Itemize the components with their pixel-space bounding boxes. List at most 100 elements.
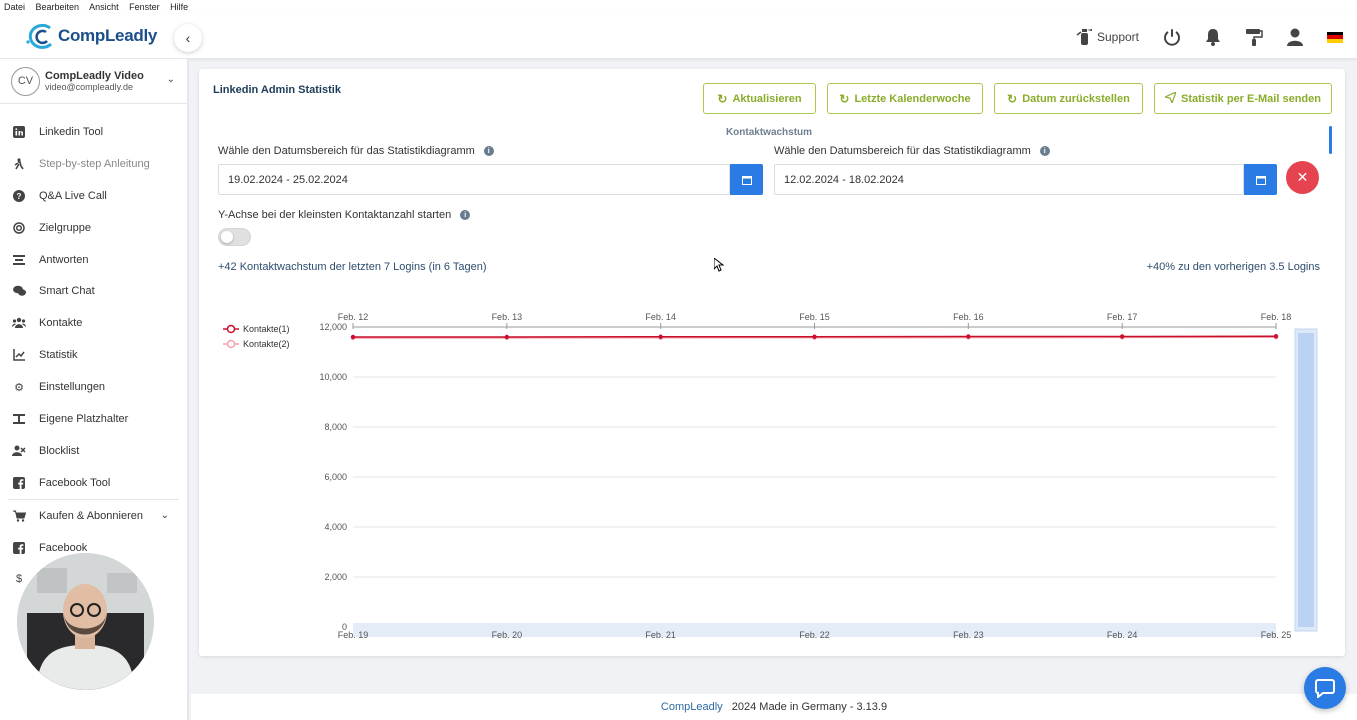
sidebar-item-einstellungen[interactable]: ⚙ Einstellungen bbox=[0, 371, 187, 403]
last-calendar-week-button[interactable]: ↻ Letzte Kalenderwoche bbox=[827, 83, 983, 114]
sidebar-item-zielgruppe[interactable]: Zielgruppe bbox=[0, 212, 187, 244]
power-button[interactable] bbox=[1163, 28, 1181, 46]
calendar-button-1[interactable] bbox=[730, 164, 763, 195]
logo-mark-icon bbox=[26, 23, 53, 49]
support-link[interactable]: Support bbox=[1075, 28, 1139, 46]
remove-comparison-button[interactable]: ✕ bbox=[1286, 161, 1319, 194]
sidebar-collapse-button[interactable]: ‹ bbox=[174, 24, 202, 52]
user-icon bbox=[1287, 28, 1303, 46]
app-logo[interactable]: CompLeadly bbox=[24, 22, 157, 50]
refresh-button[interactable]: ↻ Aktualisieren bbox=[703, 83, 816, 114]
last-week-button-label: Letzte Kalenderwoche bbox=[854, 92, 971, 105]
language-button[interactable] bbox=[1327, 31, 1343, 43]
data-point bbox=[1119, 334, 1125, 339]
logo-text: CompLeadly bbox=[58, 26, 158, 45]
data-point bbox=[812, 334, 817, 339]
date-range-label-text: Wähle den Datumsbereich für das Statisti… bbox=[218, 145, 475, 157]
x-bottom-tick-label: Feb. 20 bbox=[492, 630, 523, 640]
sidebar-item-label: Q&A Live Call bbox=[39, 189, 107, 202]
placeholder-icon bbox=[12, 412, 26, 426]
chevron-down-icon: ⌄ bbox=[160, 510, 169, 522]
chart-legend: Kontakte(1) Kontakte(2) bbox=[223, 324, 290, 349]
sidebar-item-smart-chat[interactable]: Smart Chat bbox=[0, 275, 187, 307]
sidebar-item-label: Eigene Platzhalter bbox=[39, 412, 129, 425]
menu-file[interactable]: Datei bbox=[4, 2, 25, 12]
sidebar-item-kontakte[interactable]: Kontakte bbox=[0, 307, 187, 339]
chart-navigator bbox=[1294, 328, 1318, 632]
reply-icon bbox=[12, 253, 26, 267]
sidebar-item-label: Kontakte bbox=[39, 317, 83, 330]
data-point bbox=[658, 334, 663, 339]
sidebar-item-facebook-tool[interactable]: Facebook Tool bbox=[0, 467, 187, 499]
date-range-input-2[interactable]: 12.02.2024 - 18.02.2024 bbox=[774, 164, 1244, 195]
support-chat-button[interactable] bbox=[1304, 667, 1346, 709]
info-icon[interactable]: i bbox=[1039, 146, 1050, 156]
profile-button[interactable] bbox=[1287, 28, 1303, 46]
chevron-down-icon: ⌄ bbox=[166, 74, 175, 85]
sidebar-item-eigene-platzhalter[interactable]: Eigene Platzhalter bbox=[0, 403, 187, 435]
date-range-label-2: Wähle den Datumsbereich für das Statisti… bbox=[774, 145, 1050, 157]
y-axis-min-toggle[interactable] bbox=[218, 228, 251, 246]
y-tick-label: 2,000 bbox=[324, 572, 347, 582]
chat-bubble-icon bbox=[1315, 679, 1335, 698]
data-point bbox=[504, 334, 510, 340]
notifications-button[interactable] bbox=[1205, 28, 1221, 46]
x-top-tick-label: Feb. 15 bbox=[799, 312, 830, 322]
calendar-icon bbox=[1255, 175, 1266, 185]
send-email-button-label: Statistik per E-Mail senden bbox=[1181, 92, 1321, 105]
chart-title: Kontaktwachstum bbox=[725, 127, 813, 138]
data-point bbox=[1273, 334, 1279, 339]
account-name: CompLeadly Video bbox=[45, 70, 144, 82]
account-email: video@compleadly.de bbox=[45, 82, 134, 92]
paper-plane-icon bbox=[1163, 90, 1178, 106]
fire-extinguisher-icon bbox=[1076, 29, 1092, 45]
page-title: Linkedin Admin Statistik bbox=[213, 84, 341, 96]
gear-icon: ⚙ bbox=[14, 381, 24, 394]
theme-button[interactable] bbox=[1245, 28, 1263, 46]
sidebar-item-label: Einstellungen bbox=[39, 381, 106, 394]
sidebar-item-label: Blocklist bbox=[39, 444, 80, 457]
avatar: CV bbox=[11, 66, 40, 96]
menu-edit[interactable]: Bearbeiten bbox=[36, 2, 80, 12]
send-email-button[interactable]: Statistik per E-Mail senden bbox=[1154, 83, 1332, 114]
cart-icon bbox=[12, 509, 26, 523]
presenter-image bbox=[17, 553, 154, 690]
menu-window[interactable]: Fenster bbox=[129, 2, 160, 12]
calendar-button-2[interactable] bbox=[1244, 164, 1277, 195]
y-tick-label: 12,000 bbox=[319, 322, 347, 332]
sidebar-item-step-by-step[interactable]: Step-by-step Anleitung bbox=[0, 148, 187, 180]
menu-help[interactable]: Hilfe bbox=[170, 2, 188, 12]
x-bottom-tick-label: Feb. 23 bbox=[953, 630, 984, 640]
scrollbar-thumb[interactable] bbox=[1329, 126, 1332, 154]
info-icon[interactable]: i bbox=[483, 146, 494, 156]
sidebar-item-antworten[interactable]: Antworten bbox=[0, 244, 187, 276]
navigator-handle bbox=[1298, 333, 1314, 627]
sidebar-item-blocklist[interactable]: Blocklist bbox=[0, 435, 187, 467]
facebook-icon bbox=[12, 541, 26, 555]
legend-label: Kontakte(1) bbox=[243, 324, 290, 334]
x-axis-top-ticks: Feb. 12 Feb. 13 Feb. 14 Feb. 15 Feb. 16 Feb. … bbox=[338, 312, 1291, 329]
sidebar-item-label: Zielgruppe bbox=[39, 221, 91, 234]
x-top-tick-label: Feb. 12 bbox=[338, 312, 369, 322]
reset-date-button[interactable]: ↻ Datum zurückstellen bbox=[994, 83, 1143, 114]
sidebar-item-qa-live-call[interactable]: ? Q&A Live Call bbox=[0, 180, 187, 212]
info-icon[interactable]: i bbox=[460, 210, 471, 220]
y-tick-label: 10,000 bbox=[319, 372, 347, 382]
sidebar-item-statistik[interactable]: Statistik bbox=[0, 339, 187, 371]
top-navbar: CompLeadly Support bbox=[0, 14, 1357, 59]
y-tick-label: 4,000 bbox=[324, 522, 347, 532]
footer-brand[interactable]: CompLeadly bbox=[661, 701, 723, 713]
menu-view[interactable]: Ansicht bbox=[89, 2, 119, 12]
sidebar-item-linkedin-tool[interactable]: Linkedin Tool bbox=[0, 116, 187, 148]
data-point bbox=[966, 334, 971, 339]
walking-icon bbox=[12, 157, 26, 171]
account-switcher[interactable]: CV CompLeadly Video video@compleadly.de … bbox=[0, 59, 187, 104]
x-bottom-tick-label: Feb. 24 bbox=[1107, 630, 1138, 640]
sidebar-item-label: Antworten bbox=[39, 253, 89, 266]
x-bottom-tick-label: Feb. 19 bbox=[338, 630, 369, 640]
y-axis-ticks: 02,0004,0006,0008,00010,00012,000 bbox=[319, 322, 347, 632]
sidebar-item-kaufen-abonnieren[interactable]: Kaufen & Abonnieren ⌄ bbox=[0, 500, 187, 532]
chart-series bbox=[350, 334, 1279, 341]
refresh-icon: ↻ bbox=[717, 91, 728, 106]
date-range-input-1[interactable]: 19.02.2024 - 25.02.2024 bbox=[218, 164, 730, 195]
